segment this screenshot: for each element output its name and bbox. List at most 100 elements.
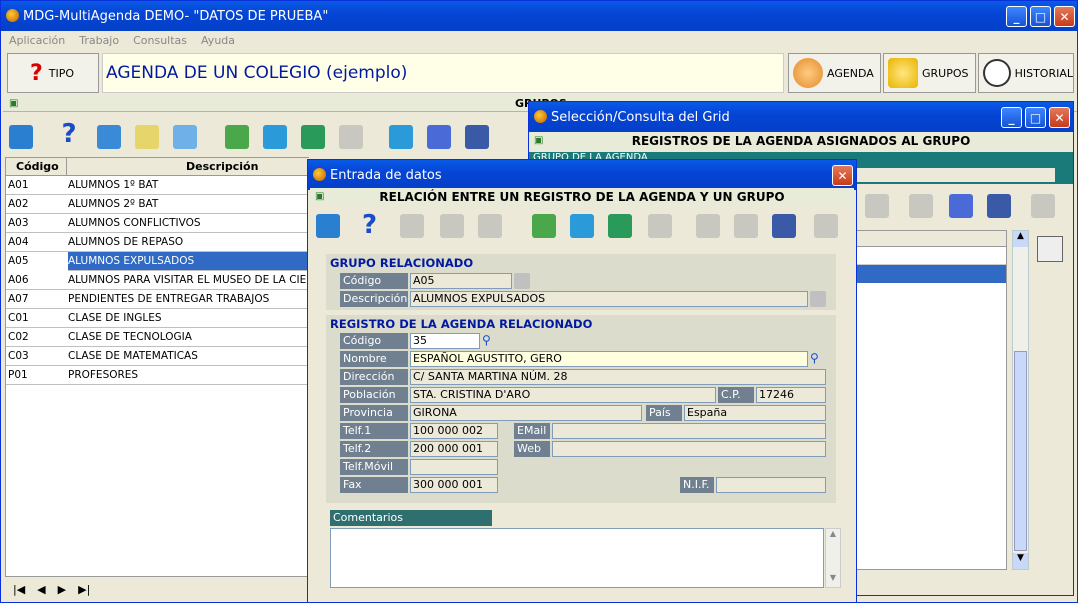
row-code: A04: [8, 236, 29, 248]
col-codigo[interactable]: Código: [16, 160, 59, 173]
poblacion-label: Población: [340, 387, 408, 403]
help-button[interactable]: ?: [55, 119, 83, 149]
nav-first-button[interactable]: |◀: [13, 583, 25, 596]
table-row[interactable]: P01 PROFESORES: [6, 366, 308, 385]
table-row-selected[interactable]: A05 ALUMNOS EXPULSADOS: [6, 251, 308, 271]
col-descripcion[interactable]: Descripción: [186, 160, 258, 173]
nombre-field[interactable]: ESPAÑOL AGUSTITO, GERO: [410, 351, 808, 367]
search-icon[interactable]: [514, 273, 530, 289]
f8-button[interactable]: [337, 119, 365, 149]
main-title: MDG-MultiAgenda DEMO- "DATOS DE PRUEBA": [23, 8, 329, 24]
table-row[interactable]: C03 CLASE DE MATEMATICAS: [6, 347, 308, 366]
f9-button[interactable]: [387, 119, 415, 149]
disabled-icon: [339, 125, 363, 149]
direccion-field[interactable]: C/ SANTA MARTINA NÚM. 28: [410, 369, 826, 385]
codigo-label: Código: [340, 273, 408, 289]
f10-button[interactable]: [425, 119, 453, 149]
delete-record-icon[interactable]: [608, 214, 632, 238]
grupo-descripcion-field[interactable]: ALUMNOS EXPULSADOS: [410, 291, 808, 307]
back-button[interactable]: [7, 119, 35, 149]
help-icon[interactable]: ?: [362, 210, 377, 240]
grupo-codigo-field[interactable]: A05: [410, 273, 512, 289]
comentarios-scrollbar[interactable]: ▲ ▼: [825, 528, 841, 588]
printer-icon[interactable]: [772, 214, 796, 238]
provincia-label: Provincia: [340, 405, 408, 421]
nav-next-button[interactable]: ▶: [58, 583, 66, 596]
email-field[interactable]: [552, 423, 826, 439]
dialog-close-button[interactable]: ✕: [832, 165, 853, 186]
f6-button[interactable]: [261, 119, 289, 149]
grid-close-button[interactable]: ✕: [1049, 107, 1070, 128]
nif-field[interactable]: [716, 477, 826, 493]
cp-label: C.P.: [718, 387, 754, 403]
comentarios-textarea[interactable]: [330, 528, 824, 588]
menu-consultas[interactable]: Consultas: [133, 34, 187, 47]
table-row[interactable]: C01 CLASE DE INGLES: [6, 309, 308, 328]
agenda-label: AGENDA: [827, 66, 874, 80]
menu-ayuda[interactable]: Ayuda: [201, 34, 235, 47]
table-row[interactable]: A01 ALUMNOS 1º BAT: [6, 176, 308, 195]
menu-trabajo[interactable]: Trabajo: [79, 34, 119, 47]
web-field[interactable]: [552, 441, 826, 457]
table-row[interactable]: A02 ALUMNOS 2º BAT: [6, 195, 308, 214]
add-record-icon[interactable]: [570, 214, 594, 238]
f3-button[interactable]: [133, 119, 161, 149]
pais-field[interactable]: España: [684, 405, 826, 421]
table-row[interactable]: A06 ALUMNOS PARA VISITAR EL MUSEO DE LA C…: [6, 271, 308, 290]
search-icon[interactable]: [810, 291, 826, 307]
agenda-button[interactable]: AGENDA: [788, 53, 881, 93]
scroll-down-arrow[interactable]: ▼: [826, 573, 840, 587]
app-icon: [6, 9, 19, 22]
search-icon[interactable]: ⚲: [810, 351, 819, 365]
cp-field[interactable]: 17246: [756, 387, 826, 403]
tipo-button[interactable]: ? TIPO: [7, 53, 99, 93]
close-button[interactable]: ✕: [1054, 6, 1075, 27]
fax-field[interactable]: 300 000 001: [410, 477, 498, 493]
search-icon[interactable]: ⚲: [482, 333, 491, 347]
maximize-button[interactable]: □: [1030, 6, 1051, 27]
grupos-button[interactable]: GRUPOS: [883, 53, 976, 93]
minimize-button[interactable]: _: [1006, 6, 1027, 27]
table-row[interactable]: A03 ALUMNOS CONFLICTIVOS: [6, 214, 308, 233]
grid-maximize-button[interactable]: □: [1025, 107, 1046, 128]
table-row[interactable]: C02 CLASE DE TECNOLOGIA: [6, 328, 308, 347]
telf1-field[interactable]: 100 000 002: [410, 423, 498, 439]
row-code: C02: [8, 331, 29, 343]
menu-aplicacion[interactable]: Aplicación: [9, 34, 65, 47]
nav-prev-button[interactable]: ◀: [37, 583, 45, 596]
grid-toolbar-icon[interactable]: [1037, 236, 1063, 262]
grid-list-row[interactable]: [856, 247, 1006, 265]
dialog-title-bar[interactable]: Entrada de datos ✕: [308, 160, 856, 190]
f2-button[interactable]: [95, 119, 123, 149]
nav-last-button[interactable]: ▶|: [78, 583, 90, 596]
grid-list-row-selected[interactable]: [856, 265, 1006, 283]
edit-record-icon[interactable]: [532, 214, 556, 238]
historial-button[interactable]: HISTORIAL: [978, 53, 1074, 93]
grid-toolbar: [859, 190, 1059, 224]
scroll-down-arrow[interactable]: ▼: [1013, 553, 1028, 569]
main-title-bar[interactable]: MDG-MultiAgenda DEMO- "DATOS DE PRUEBA" …: [1, 1, 1077, 31]
grid-scrollbar[interactable]: ▲ ▼: [1012, 230, 1029, 570]
f4-button[interactable]: [171, 119, 199, 149]
grid-minimize-button[interactable]: _: [1001, 107, 1022, 128]
grid-list-header: [856, 231, 1006, 247]
table-row[interactable]: A07 PENDIENTES DE ENTREGAR TRABAJOS: [6, 290, 308, 309]
reg-codigo-field[interactable]: 35: [410, 333, 480, 349]
scroll-up-arrow[interactable]: ▲: [826, 529, 840, 543]
table-row[interactable]: A04 ALUMNOS DE REPASO: [6, 233, 308, 252]
network-icon[interactable]: [949, 194, 973, 218]
scroll-up-arrow[interactable]: ▲: [1013, 231, 1028, 247]
add-record-icon: [263, 125, 287, 149]
provincia-field[interactable]: GIRONA: [410, 405, 642, 421]
movil-field[interactable]: [410, 459, 498, 475]
web-label: Web: [514, 441, 550, 457]
poblacion-field[interactable]: STA. CRISTINA D'ARO: [410, 387, 716, 403]
arrow-back-icon[interactable]: [316, 214, 340, 238]
f5-button[interactable]: [223, 119, 251, 149]
printer-icon[interactable]: [987, 194, 1011, 218]
scroll-thumb[interactable]: [1014, 351, 1027, 551]
telf2-field[interactable]: 200 000 001: [410, 441, 498, 457]
grid-title-bar[interactable]: Selección/Consulta del Grid _ □ ✕: [529, 102, 1073, 132]
f7-button[interactable]: [299, 119, 327, 149]
print-button[interactable]: [463, 119, 491, 149]
